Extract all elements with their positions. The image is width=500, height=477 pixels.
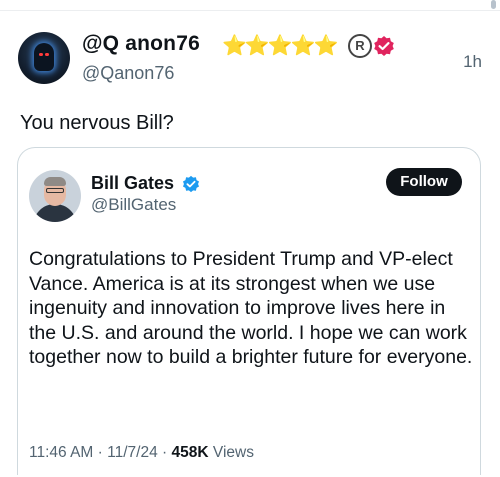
quoted-display-name[interactable]: Bill Gates [91, 173, 174, 194]
post-header: @Q anon76 ⭐⭐⭐⭐⭐ R @Qanon76 1h [18, 30, 484, 86]
quoted-handle[interactable]: @BillGates [91, 195, 176, 215]
suit-shape [33, 204, 77, 222]
avatar[interactable] [18, 32, 70, 84]
eye-left [39, 53, 43, 56]
registered-icon: R [348, 34, 372, 58]
quoted-tweet-card[interactable]: Bill Gates @BillGates Follow Congratulat… [17, 147, 481, 475]
hair-shape [44, 177, 66, 186]
views-count: 458K [171, 444, 209, 461]
follow-button[interactable]: Follow [386, 168, 462, 196]
post-text: You nervous Bill? [20, 112, 174, 134]
meta-separator: · [97, 444, 103, 461]
glasses-shape [46, 188, 64, 193]
post-time[interactable]: 11:46 AM [29, 444, 93, 461]
star-emojis: ⭐⭐⭐⭐⭐ [222, 35, 339, 57]
quoted-tweet-text: Congratulations to President Trump and V… [29, 248, 473, 369]
avatar[interactable] [29, 170, 81, 222]
verified-badge-blue-icon [182, 175, 200, 193]
eye-right [45, 53, 49, 56]
tweet-meta: 11:46 AM · 11/7/24 · 458K Views [29, 444, 254, 462]
meta-separator: · [162, 444, 168, 461]
handle[interactable]: @Qanon76 [82, 63, 174, 84]
top-divider [0, 10, 500, 11]
views-label: Views [212, 444, 254, 461]
post-date[interactable]: 11/7/24 [107, 444, 158, 461]
hooded-figure-icon [34, 43, 54, 71]
verified-badge-pink-icon [374, 36, 394, 56]
display-name[interactable]: @Q anon76 [82, 32, 200, 56]
timestamp[interactable]: 1h [463, 52, 482, 72]
scrollbar-thumb[interactable] [491, 0, 496, 9]
